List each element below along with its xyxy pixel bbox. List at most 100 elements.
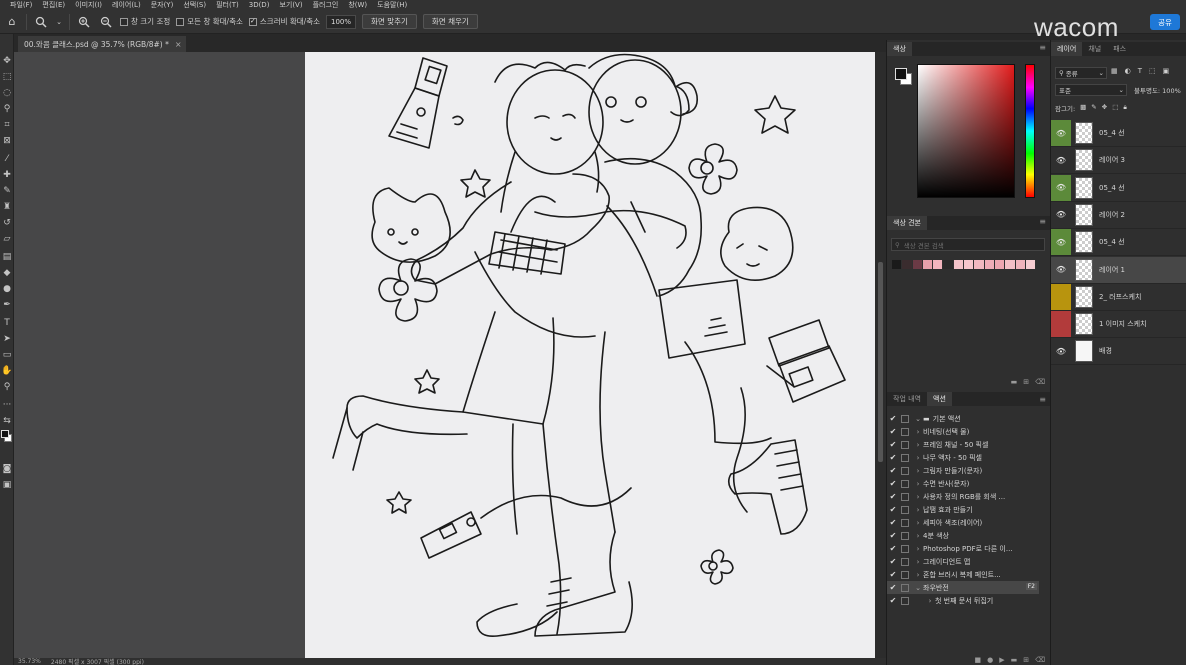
dialog-toggle[interactable] — [901, 583, 909, 592]
gradient-tool-icon[interactable]: ▤ — [0, 250, 14, 264]
visibility-toggle[interactable] — [1051, 283, 1071, 310]
color-swatch[interactable] — [964, 260, 974, 269]
brush-tool-icon[interactable]: ✎ — [0, 184, 14, 198]
chevron-right-icon[interactable]: › — [925, 597, 935, 605]
healing-brush-tool-icon[interactable]: ✚ — [0, 168, 14, 182]
chevron-down-icon[interactable]: ⌄ — [913, 584, 923, 592]
check-icon[interactable]: ✔ — [887, 440, 899, 449]
action-item[interactable]: ✔ › 사용자 정의 RGB를 회색 ... — [887, 490, 1039, 503]
chevron-right-icon[interactable]: › — [913, 545, 923, 553]
more-tools-icon[interactable]: ··· — [0, 398, 14, 412]
panel-menu-icon[interactable]: ≡ — [1039, 217, 1046, 226]
layer-row[interactable]: 👁︎ 05_4 선 — [1051, 229, 1186, 257]
panel-menu-icon[interactable]: ≡ — [1039, 395, 1046, 404]
hand-tool-icon[interactable]: ✋ — [0, 364, 14, 378]
share-button[interactable]: 공유 — [1150, 14, 1180, 30]
menu-item[interactable]: 편집(E) — [42, 0, 65, 10]
quick-mask-icon[interactable]: ◙ — [0, 462, 14, 476]
menu-item[interactable]: 이미지(I) — [75, 0, 102, 10]
color-swatch[interactable] — [984, 260, 994, 269]
check-icon[interactable]: ✔ — [887, 479, 899, 488]
menu-item[interactable]: 레이어(L) — [112, 0, 141, 10]
dialog-toggle[interactable] — [901, 531, 909, 540]
smart-object-filter-icon[interactable]: ▣ — [1163, 67, 1170, 75]
folder-icon[interactable]: ▬ — [1011, 378, 1018, 386]
lock-artboard-icon[interactable]: ⬚ — [1112, 103, 1118, 113]
play-icon[interactable]: ▶ — [999, 656, 1004, 664]
action-item[interactable]: ✔ › 그림자 만들기(문자) — [887, 464, 1039, 477]
trash-icon[interactable]: ⌫ — [1035, 656, 1045, 664]
eye-icon[interactable]: 👁︎ — [1051, 338, 1071, 364]
chevron-right-icon[interactable]: › — [913, 480, 923, 488]
chevron-right-icon[interactable]: › — [913, 441, 923, 449]
record-icon[interactable]: ● — [987, 656, 993, 664]
menu-item[interactable]: 문자(Y) — [151, 0, 174, 10]
blend-mode-select[interactable]: 표준 ⌄ — [1055, 84, 1127, 96]
menu-item[interactable]: 필터(T) — [216, 0, 239, 10]
check-icon[interactable]: ✔ — [887, 427, 899, 436]
color-swatch[interactable] — [1005, 260, 1015, 269]
new-swatch-icon[interactable]: ⊞ — [1023, 378, 1029, 386]
zoom-value-field[interactable]: 100% — [326, 14, 357, 29]
layer-row[interactable]: 1 이미지 스케치 — [1051, 311, 1186, 339]
chevron-right-icon[interactable]: › — [913, 558, 923, 566]
vertical-scrollbar[interactable] — [875, 52, 886, 660]
chevron-right-icon[interactable]: › — [913, 532, 923, 540]
new-action-icon[interactable]: ⊞ — [1023, 656, 1029, 664]
check-icon[interactable]: ✔ — [887, 414, 899, 423]
check-icon[interactable]: ✔ — [887, 570, 899, 579]
color-swatch[interactable] — [943, 260, 953, 269]
folder-icon[interactable]: ▬ — [1011, 656, 1018, 664]
chevron-right-icon[interactable]: › — [913, 519, 923, 527]
chevron-right-icon[interactable]: › — [913, 428, 923, 436]
marquee-tool-icon[interactable]: ⬚ — [0, 70, 14, 84]
foreground-color[interactable] — [1, 430, 9, 438]
check-icon[interactable]: ✔ — [887, 596, 899, 605]
opacity-control[interactable]: 불투명도: 100% — [1134, 85, 1181, 95]
zoom-icon[interactable]: ⚲ — [0, 380, 14, 394]
eye-icon[interactable]: 👁︎ — [1051, 202, 1071, 228]
action-item[interactable]: ✔ ⌄ ▬ 기본 액션 — [887, 412, 1039, 425]
resize-windows-checkbox[interactable]: 창 크기 조정 — [120, 16, 170, 27]
lock-position-icon[interactable]: ✥ — [1102, 103, 1107, 113]
action-item[interactable]: ✔ › 수면 반사(문자) — [887, 477, 1039, 490]
tab-layers[interactable]: 레이어 — [1051, 42, 1083, 56]
chevron-down-icon[interactable]: ⌄ — [55, 14, 63, 30]
action-item[interactable]: ✔ › Photoshop PDF로 다른 이... — [887, 542, 1039, 555]
scroll-thumb[interactable] — [878, 262, 883, 462]
layer-row[interactable]: 👁︎ 05_4 선 — [1051, 174, 1186, 202]
pen-tool-icon[interactable]: ✒ — [0, 298, 14, 312]
dialog-toggle[interactable] — [901, 427, 909, 436]
dialog-toggle[interactable] — [901, 544, 909, 553]
color-swatch[interactable] — [1015, 260, 1025, 269]
chevron-right-icon[interactable]: › — [913, 467, 923, 475]
eye-icon[interactable]: 👁︎ — [1051, 257, 1071, 283]
type-tool-icon[interactable]: T — [0, 316, 14, 330]
color-field[interactable] — [917, 64, 1015, 198]
fit-screen-button[interactable]: 화면 맞추기 — [362, 14, 417, 29]
check-icon[interactable]: ✔ — [887, 453, 899, 462]
zoom-in-icon[interactable] — [76, 14, 92, 30]
menu-item[interactable]: 파일(F) — [10, 0, 32, 10]
checkbox-box[interactable] — [120, 17, 128, 26]
eye-icon[interactable]: 👁︎ — [1051, 120, 1071, 146]
check-icon[interactable]: ✔ — [887, 466, 899, 475]
dialog-toggle[interactable] — [901, 505, 909, 514]
check-icon[interactable]: ✔ — [887, 518, 899, 527]
chevron-right-icon[interactable]: › — [913, 454, 923, 462]
lock-paint-icon[interactable]: ✎ — [1091, 103, 1096, 113]
menu-item[interactable]: 보기(V) — [279, 0, 302, 10]
rectangle-tool-icon[interactable]: ▭ — [0, 348, 14, 362]
tab-history[interactable]: 작업 내역 — [887, 392, 927, 406]
color-swatch[interactable] — [902, 260, 912, 269]
layer-row[interactable]: 👁︎ 레이어 1 — [1051, 256, 1186, 284]
zoom-out-icon[interactable] — [98, 14, 114, 30]
chevron-right-icon[interactable]: › — [913, 493, 923, 501]
menu-item[interactable]: 선택(S) — [183, 0, 206, 10]
dialog-toggle[interactable] — [901, 479, 909, 488]
action-item[interactable]: ✔ › 세피아 색조(레이어) — [887, 516, 1039, 529]
close-icon[interactable]: × — [175, 40, 182, 49]
action-item[interactable]: ✔ › 납땜 효과 만들기 — [887, 503, 1039, 516]
dialog-toggle[interactable] — [901, 440, 909, 449]
color-swatch[interactable] — [1025, 260, 1036, 269]
